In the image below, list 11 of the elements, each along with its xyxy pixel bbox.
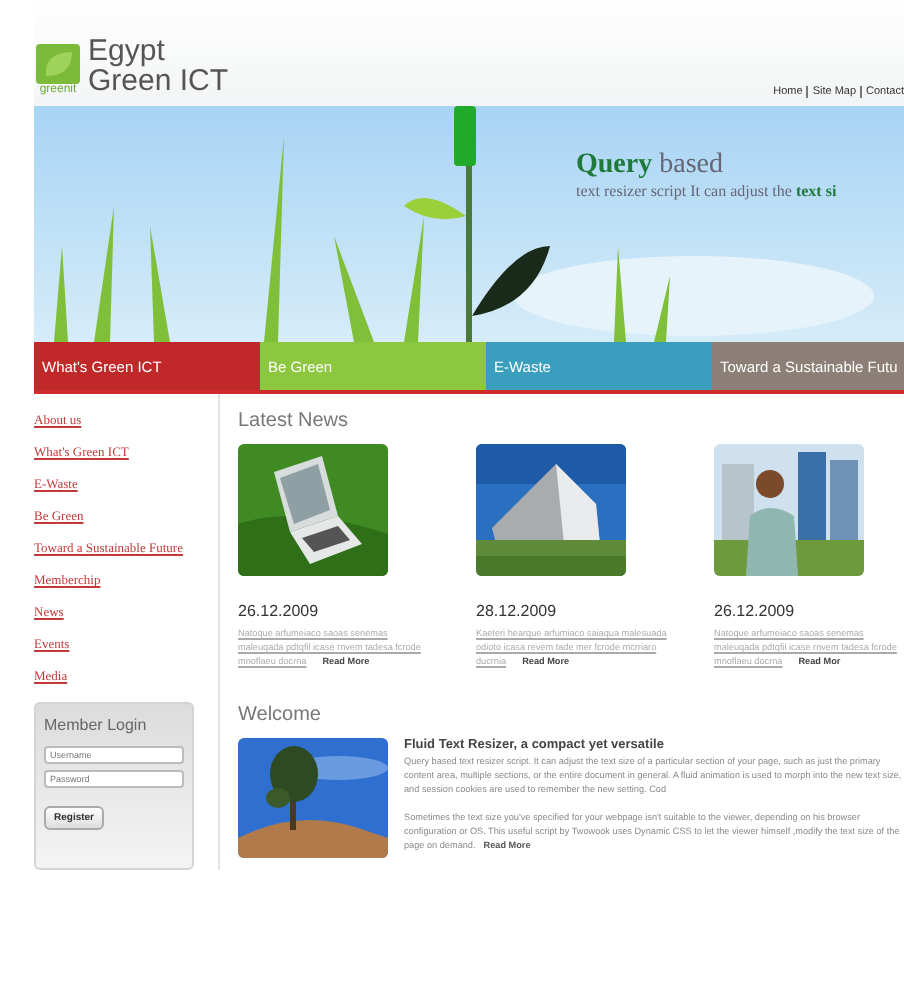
section-heading: Welcome bbox=[238, 704, 323, 726]
news-date: 26.12.2009 bbox=[714, 602, 797, 620]
news-date: 28.12.2009 bbox=[476, 602, 559, 620]
banner-subline: text resizer script It can adjust the text si bbox=[576, 182, 837, 200]
site-name: Green ICT bbox=[88, 66, 229, 96]
banner-headline: Query based bbox=[576, 150, 725, 182]
news-date: 26.12.2009 bbox=[238, 602, 321, 620]
login-title: Member Login bbox=[44, 716, 149, 734]
leaf-logo-icon bbox=[36, 44, 80, 84]
site-name: Egypt bbox=[88, 36, 167, 66]
section-heading: Latest News bbox=[238, 410, 351, 432]
